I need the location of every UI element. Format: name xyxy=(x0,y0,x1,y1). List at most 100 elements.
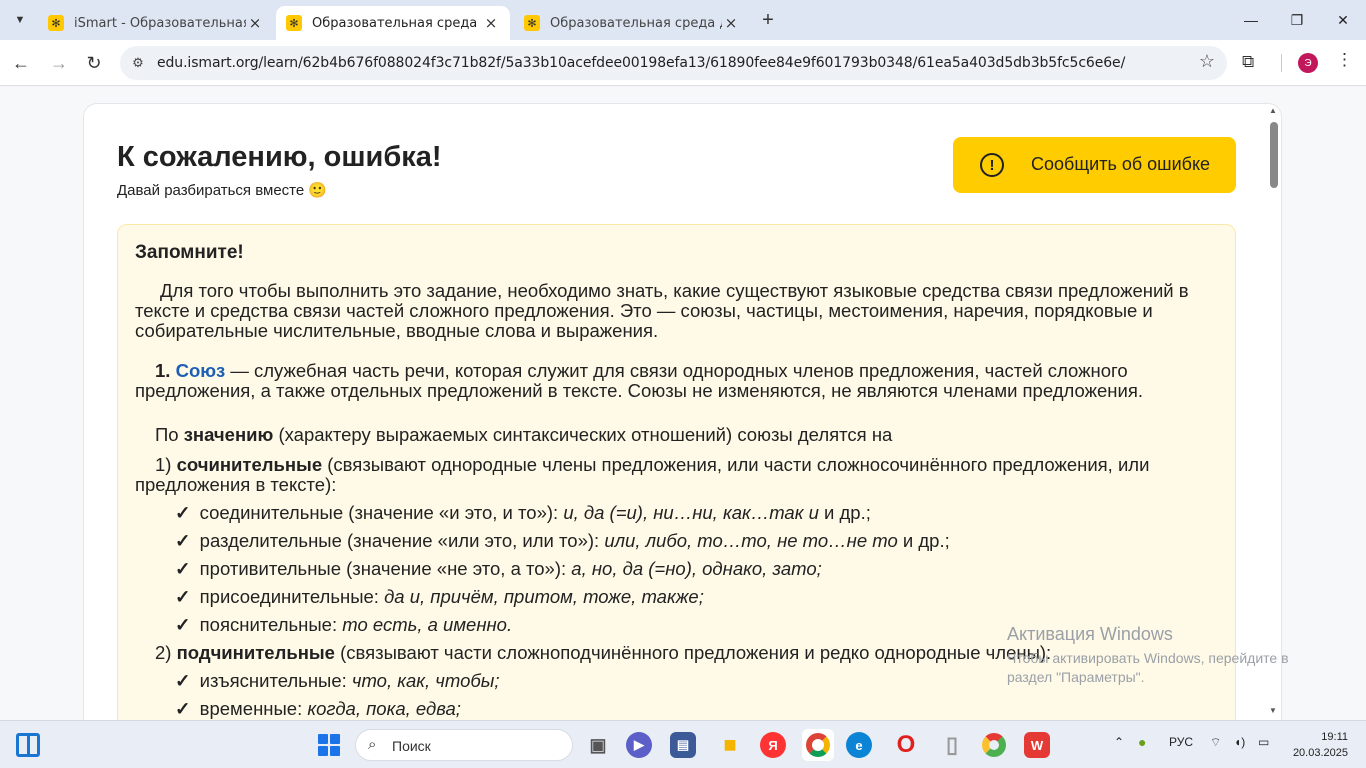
tab-search-button[interactable]: ▼ xyxy=(8,8,32,32)
site-info-icon[interactable]: ⚙ xyxy=(128,53,148,73)
item-label: разделительные (значение «или это, или т… xyxy=(199,530,600,551)
ismart-favicon-icon: ✻ xyxy=(524,15,540,31)
start-button[interactable] xyxy=(318,734,340,756)
windows-taskbar: ⌕ Поиск ▣ ▶ ▤ ■ Я e O ▯ W ⌃ ● РУС ⌔ ◖) ▭… xyxy=(0,720,1366,768)
restore-button[interactable]: ❐ xyxy=(1274,0,1320,40)
file-explorer-icon[interactable]: ■ xyxy=(714,729,746,761)
chevron-up-icon[interactable]: ⌃ xyxy=(1114,735,1124,749)
edge-icon[interactable]: e xyxy=(846,732,872,758)
reload-button[interactable]: ↻ xyxy=(79,48,109,78)
page-title: К сожалению, ошибка! xyxy=(117,141,442,173)
exclamation-icon: ! xyxy=(980,153,1004,177)
opera-icon[interactable]: O xyxy=(890,729,922,761)
watermark-line: Чтобы активировать Windows, перейдите в xyxy=(1007,650,1289,666)
browser-toolbar: ← → ↻ ⚙ edu.ismart.org/learn/62b4b676f08… xyxy=(0,40,1366,86)
address-bar[interactable]: ⚙ edu.ismart.org/learn/62b4b676f088024f3… xyxy=(120,46,1227,80)
close-icon[interactable]: × xyxy=(482,14,500,32)
security-tray-icon[interactable]: ● xyxy=(1138,734,1146,750)
minimize-button[interactable]: — xyxy=(1228,0,1274,40)
toolbar-divider xyxy=(1281,54,1282,72)
item-examples: то есть, а именно. xyxy=(342,614,513,635)
check-icon: ✓ xyxy=(175,502,191,523)
volume-icon[interactable]: ◖) xyxy=(1234,735,1245,749)
picasa-ring-icon xyxy=(982,733,1006,757)
sub-text: (связывают части сложноподчинённого пред… xyxy=(340,642,1052,663)
item-examples: когда, пока, едва; xyxy=(307,698,461,719)
coord-item: ✓ разделительные (значение «или это, или… xyxy=(135,527,1220,555)
tab-title: iSmart - Образовательная пла xyxy=(74,15,246,31)
bookmark-star-icon[interactable]: ☆ xyxy=(1199,51,1215,72)
item-label: изъяснительные: xyxy=(199,670,347,691)
chrome-icon[interactable] xyxy=(802,729,834,761)
tab-course[interactable]: ✻ Образовательная среда для са × xyxy=(514,6,750,40)
check-icon: ✓ xyxy=(175,586,191,607)
sub-number: 2) xyxy=(155,642,172,663)
system-clock[interactable]: 19:11 20.03.2025 xyxy=(1288,729,1348,761)
watermark-title: Активация Windows xyxy=(1007,624,1173,644)
item-number: 1. xyxy=(155,360,171,381)
document-icon[interactable]: ▯ xyxy=(936,729,968,761)
taskbar-search[interactable]: ⌕ Поиск xyxy=(355,729,573,761)
wps-office-icon[interactable]: W xyxy=(1024,732,1050,758)
report-error-button[interactable]: ! Сообщить об ошибке xyxy=(953,137,1236,193)
check-icon: ✓ xyxy=(175,558,191,579)
battery-icon[interactable]: ▭ xyxy=(1258,735,1269,749)
intro-paragraph: Для того чтобы выполнить это задание, не… xyxy=(135,280,1189,341)
url-text[interactable]: edu.ismart.org/learn/62b4b676f088024f3c7… xyxy=(157,55,1125,71)
item-examples: что, как, чтобы; xyxy=(351,670,500,691)
meaning-pre: По xyxy=(155,424,179,445)
close-icon[interactable]: × xyxy=(722,14,740,32)
close-icon[interactable]: × xyxy=(246,14,264,32)
tab-title: Образовательная среда для са xyxy=(550,15,722,31)
coord-item: ✓ противительные (значение «не это, а то… xyxy=(135,555,1220,583)
coord-number: 1) xyxy=(155,454,172,475)
meaning-post: (характеру выражаемых синтаксических отн… xyxy=(278,424,893,445)
coord-item: ✓ соединительные (значение «и это, и то»… xyxy=(135,499,1220,527)
scrollbar-thumb[interactable] xyxy=(1270,122,1278,188)
item-label: присоединительные: xyxy=(199,586,379,607)
item-examples: а, но, да (=но), однако, зато; xyxy=(571,558,822,579)
item-examples: да и, причём, притом, тоже, также; xyxy=(384,586,704,607)
clock-date: 20.03.2025 xyxy=(1292,747,1348,759)
teams-chat-icon[interactable]: ▶ xyxy=(626,732,652,758)
sub-item: ✓ временные: когда, пока, едва; xyxy=(135,695,1220,720)
back-button[interactable]: ← xyxy=(6,48,36,78)
check-icon: ✓ xyxy=(175,698,191,719)
tab-active-course[interactable]: ✻ Образовательная среда для са × xyxy=(276,6,510,40)
task-view-icon[interactable]: ▣ xyxy=(582,729,614,761)
tab-ismart[interactable]: ✻ iSmart - Образовательная пла × xyxy=(38,6,274,40)
tab-title: Образовательная среда для са xyxy=(312,15,482,31)
profile-avatar[interactable]: Э xyxy=(1298,53,1318,73)
page-scrollbar[interactable]: ▲ ▼ xyxy=(1267,104,1282,718)
new-tab-button[interactable]: + xyxy=(756,6,780,34)
widgets-icon[interactable] xyxy=(16,733,40,757)
search-icon: ⌕ xyxy=(368,736,377,753)
ismart-favicon-icon: ✻ xyxy=(48,15,64,31)
item-tail: и др.; xyxy=(902,530,950,551)
clock-time: 19:11 xyxy=(1321,731,1348,743)
report-error-label: Сообщить об ошибке xyxy=(1031,154,1211,174)
scroll-down-arrow-icon[interactable]: ▼ xyxy=(1269,706,1277,715)
conjunction-link[interactable]: Союз xyxy=(176,360,226,381)
picasa-icon[interactable] xyxy=(978,729,1010,761)
item-label: противительные (значение «не это, а то»)… xyxy=(199,558,567,579)
page-subtitle: Давай разбираться вместе 🙂 xyxy=(117,182,328,199)
language-indicator[interactable]: РУС xyxy=(1169,735,1193,749)
check-icon: ✓ xyxy=(175,614,191,635)
item-label: временные: xyxy=(199,698,303,719)
yandex-browser-icon[interactable]: Я xyxy=(760,732,786,758)
extensions-icon[interactable]: ⧉ xyxy=(1242,52,1254,72)
sub-bold: подчинительные xyxy=(176,642,335,663)
check-icon: ✓ xyxy=(175,670,191,691)
scroll-up-arrow-icon[interactable]: ▲ xyxy=(1269,106,1277,115)
wifi-icon[interactable]: ⌔ xyxy=(1210,735,1221,750)
item-tail: и др.; xyxy=(824,502,871,523)
close-window-button[interactable]: ✕ xyxy=(1320,0,1366,40)
forward-button[interactable]: → xyxy=(44,48,74,78)
menu-kebab-icon[interactable]: ⋮ xyxy=(1336,50,1353,70)
conjunction-definition: 1. Союз — служебная часть речи, которая … xyxy=(135,361,1220,401)
save-app-icon[interactable]: ▤ xyxy=(670,732,696,758)
chrome-ring-icon xyxy=(806,733,830,757)
check-icon: ✓ xyxy=(175,530,191,551)
notice-heading: Запомните! xyxy=(135,242,244,263)
